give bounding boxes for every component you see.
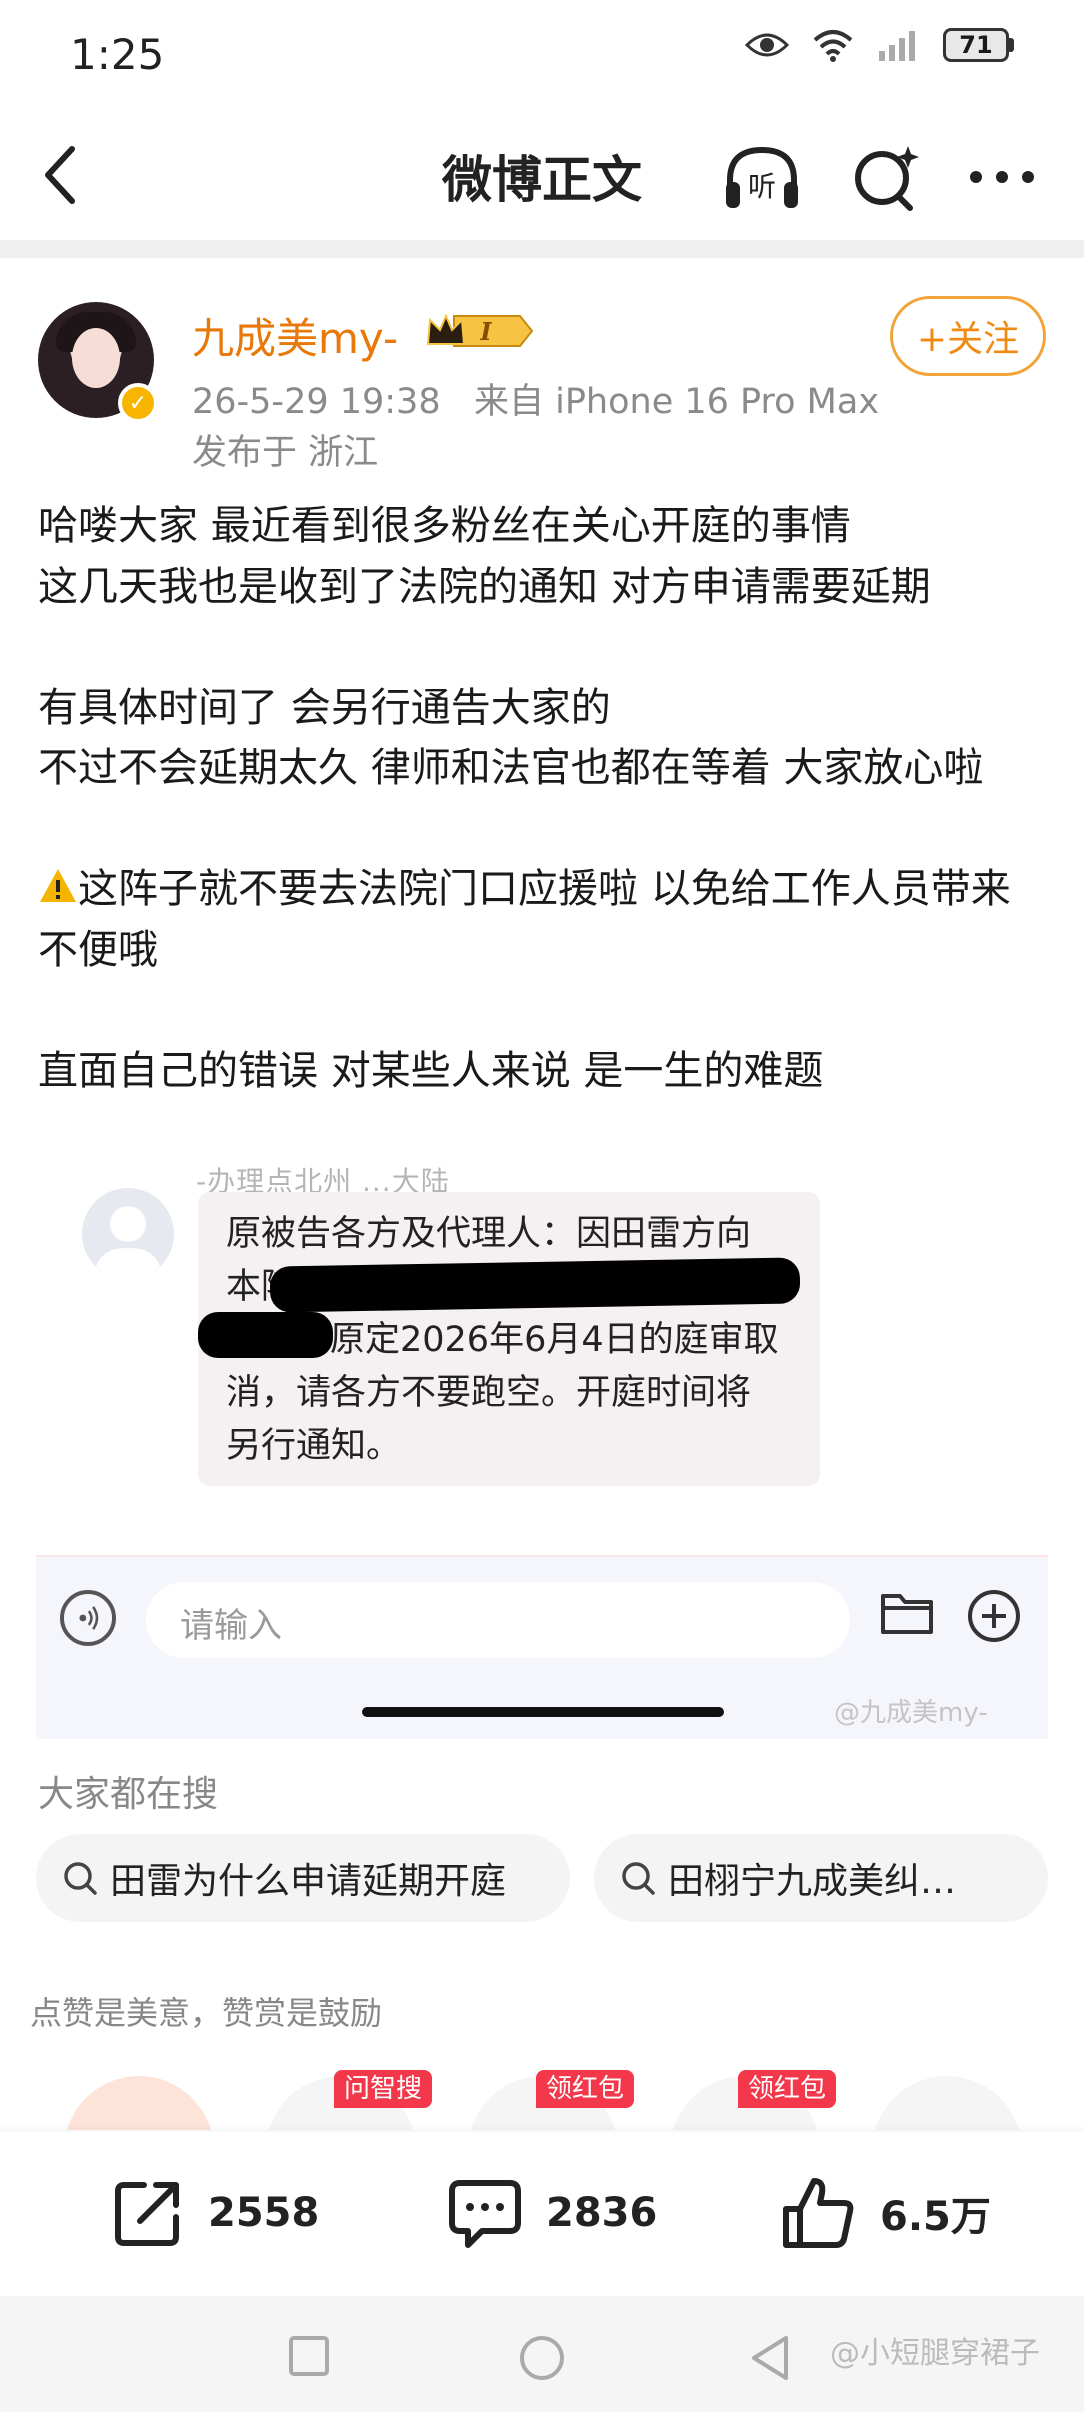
post-location: 发布于 浙江 bbox=[192, 433, 379, 473]
hot-search-chip[interactable]: 田栩宁九成美纠… bbox=[594, 1834, 1048, 1922]
embedded-input-placeholder: 请输入 bbox=[180, 1606, 282, 1646]
recent-apps-icon[interactable] bbox=[287, 2334, 331, 2378]
vip-level: I bbox=[479, 317, 492, 346]
reward-title: 点赞是美意，赞赏是鼓励 bbox=[30, 1994, 383, 2032]
reward-options: 问智搜 领红包 领红包 bbox=[0, 2050, 1084, 2130]
folder-icon bbox=[881, 1594, 933, 1634]
embedded-line: 另行通知。 bbox=[226, 1426, 402, 1466]
warning-icon bbox=[40, 869, 76, 902]
hot-search-title: 大家都在搜 bbox=[38, 1774, 219, 1815]
share-icon bbox=[115, 2182, 179, 2246]
post-body: 哈喽大家 最近看到很多粉丝在关心开庭的事情 这几天我也是收到了法院的通知 对方申… bbox=[38, 496, 1048, 1101]
post-paragraph: 不过不会延期太久 律师和法官也都在等着 大家放心啦 bbox=[38, 745, 984, 791]
post-meta: 26-5-29 19:38 来自 iPhone 16 Pro Max bbox=[192, 382, 880, 422]
warning-text: 这阵子就不要去法院门口应援啦 以免给工作人员带来不便哦 bbox=[38, 866, 1011, 973]
like-count: 6.5万 bbox=[880, 2194, 991, 2240]
wifi-icon bbox=[813, 30, 853, 62]
battery-level: 71 bbox=[943, 28, 1009, 62]
embedded-avatar bbox=[82, 1188, 174, 1280]
bottom-watermark: @小短腿穿裙子 bbox=[830, 2336, 1040, 2371]
hot-search-chip[interactable]: 田雷为什么申请延期开庭 bbox=[36, 1834, 570, 1922]
verified-badge-icon: ✓ bbox=[118, 383, 158, 423]
username[interactable]: 九成美my- bbox=[192, 305, 398, 366]
embedded-home-indicator bbox=[362, 1707, 724, 1717]
embedded-line: 原被告各方及代理人：因田雷方向 bbox=[226, 1214, 752, 1254]
post-paragraph: 有具体时间了 会另行通告大家的 bbox=[38, 684, 611, 731]
smart-search-icon[interactable] bbox=[846, 142, 926, 212]
post-paragraph: 哈喽大家 最近看到很多粉丝在关心开庭的事情 bbox=[38, 503, 851, 549]
reward-option[interactable] bbox=[64, 2076, 214, 2130]
comment-icon bbox=[449, 2180, 521, 2248]
add-circle-icon bbox=[968, 1590, 1020, 1642]
redaction-mark bbox=[269, 1257, 801, 1313]
reward-tag: 领红包 bbox=[536, 2070, 635, 2108]
listen-headphones-icon[interactable]: 听 bbox=[722, 142, 802, 212]
home-icon[interactable] bbox=[518, 2334, 566, 2382]
like-button[interactable]: 6.5万 bbox=[780, 2172, 991, 2254]
repost-button[interactable]: 2558 bbox=[110, 2172, 319, 2254]
signal-icon bbox=[879, 31, 915, 61]
repost-count: 2558 bbox=[208, 2190, 320, 2236]
post-paragraph: 直面自己的错误 对某些人来说 是一生的难题 bbox=[38, 1047, 824, 1094]
hot-search-text: 田栩宁九成美纠… bbox=[668, 1861, 957, 1902]
back-triangle-icon[interactable] bbox=[748, 2334, 792, 2382]
comment-count: 2836 bbox=[546, 2190, 658, 2236]
search-icon bbox=[64, 1862, 97, 1895]
embedded-line: 消，请各方不要跑空。开庭时间将 bbox=[226, 1373, 752, 1413]
search-icon bbox=[622, 1862, 655, 1895]
post-paragraph: 这阵子就不要去法院门口应援啦 以免给工作人员带来不便哦 bbox=[38, 859, 1048, 980]
section-divider bbox=[0, 240, 1084, 258]
hot-search-text: 田雷为什么申请延期开庭 bbox=[110, 1861, 507, 1902]
eye-icon bbox=[745, 33, 789, 57]
voice-icon bbox=[60, 1590, 116, 1646]
reward-option[interactable] bbox=[872, 2076, 1022, 2130]
embedded-watermark: @九成美my- bbox=[834, 1698, 988, 1728]
reward-tag: 问智搜 bbox=[334, 2070, 433, 2108]
vip-crown-badge-icon[interactable]: I bbox=[424, 310, 536, 352]
reward-tag: 领红包 bbox=[738, 2070, 837, 2108]
comment-button[interactable]: 2836 bbox=[446, 2172, 657, 2254]
thumbs-up-icon bbox=[783, 2178, 854, 2248]
status-icons: 71 bbox=[745, 28, 1014, 62]
redaction-mark bbox=[198, 1312, 333, 1358]
follow-button[interactable]: +关注 bbox=[890, 296, 1046, 376]
battery-indicator: 71 bbox=[943, 28, 1014, 62]
post-paragraph: 这几天我也是收到了法院的通知 对方申请需要延期 bbox=[38, 563, 931, 610]
svg-text:听: 听 bbox=[748, 170, 776, 203]
default-avatar-icon bbox=[94, 1206, 162, 1280]
status-time: 1:25 bbox=[70, 30, 165, 79]
more-options-icon[interactable] bbox=[962, 142, 1042, 212]
